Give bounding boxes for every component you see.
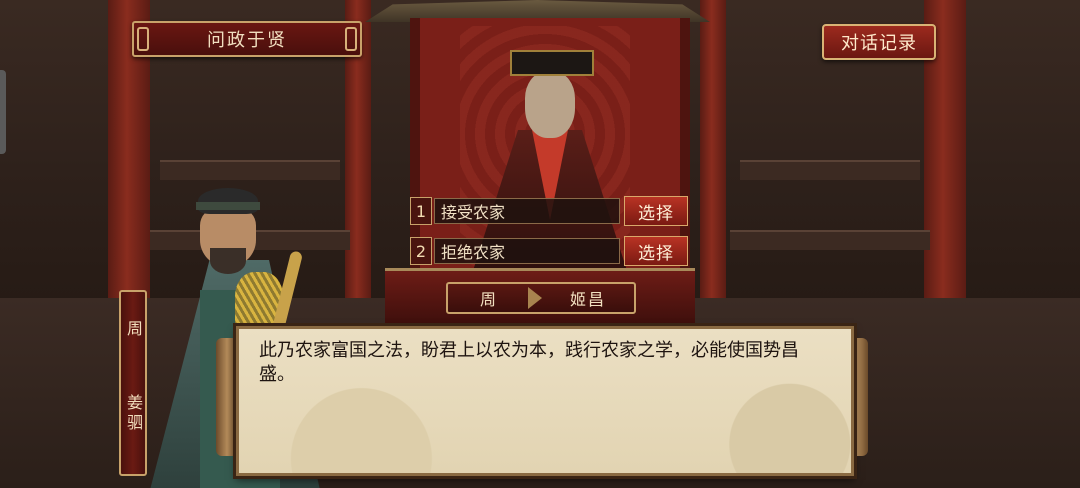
- ruler-name: 姬昌: [569, 290, 606, 309]
- choice-label: 拒绝农家: [434, 238, 620, 264]
- scroll-left-handle: [216, 338, 238, 456]
- choice-row-reject: 2 拒绝农家 选择: [410, 236, 688, 266]
- event-title: 问政于贤: [207, 30, 287, 51]
- select-reject-button[interactable]: 选择: [624, 236, 688, 266]
- choice-number: 1: [410, 197, 432, 225]
- choice-label: 接受农家: [434, 198, 620, 224]
- court-bench: [740, 160, 920, 180]
- speaker-name: 姜驷: [124, 394, 143, 434]
- dialog-log-button[interactable]: 对话记录: [822, 24, 936, 60]
- choice-number: 2: [410, 237, 432, 265]
- select-accept-button[interactable]: 选择: [624, 196, 688, 226]
- choice-row-accept: 1 接受农家 选择: [410, 196, 688, 226]
- ruler-kingdom: 周: [479, 290, 496, 309]
- dialog-text: 此乃农家富国之法，盼君上以农为本，践行农家之学，必能使国势昌盛。: [259, 340, 799, 385]
- speaker-kingdom: 周: [124, 320, 143, 340]
- ruler-name-plate: 周 姬昌: [446, 282, 636, 314]
- divider-arrow-icon: [528, 287, 542, 309]
- dialog-box[interactable]: 此乃农家富国之法，盼君上以农为本，践行农家之学，必能使国势昌盛。: [236, 326, 854, 476]
- event-title-plaque: 问政于贤: [132, 21, 362, 57]
- speaker-name-plate: 周 姜驷: [119, 290, 147, 476]
- court-bench: [730, 230, 930, 250]
- court-bench: [160, 160, 340, 180]
- side-drawer-handle[interactable]: [0, 70, 6, 154]
